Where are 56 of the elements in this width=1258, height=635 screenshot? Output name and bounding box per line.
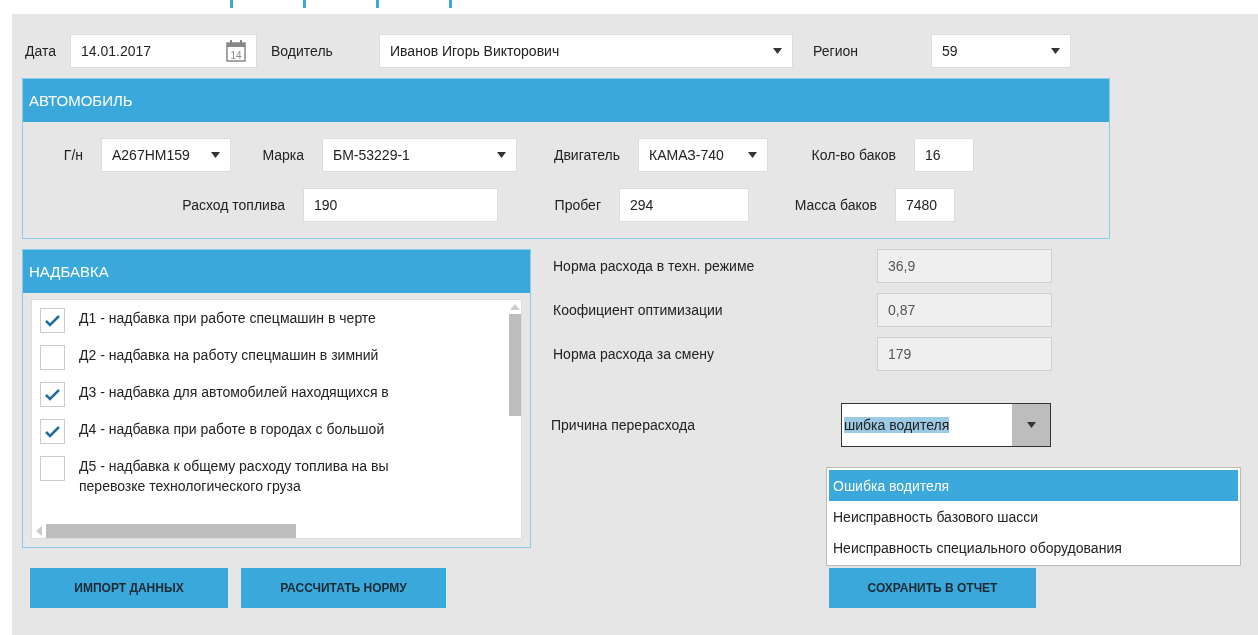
calendar-icon[interactable]: 14 [226, 40, 246, 62]
input-field[interactable]: 7480 [895, 188, 955, 222]
input-field[interactable]: 16 [914, 138, 974, 172]
checkbox[interactable] [40, 382, 65, 407]
field-label: Двигатель [552, 147, 620, 163]
caret-icon [497, 152, 506, 158]
overspend-dropdown[interactable]: шибка водителя [841, 403, 1051, 447]
checkbox[interactable] [40, 456, 65, 481]
date-field[interactable]: 14.01.2017 14 [70, 34, 257, 68]
list-item-text: Д2 - надбавка на работу спецмашин в зимний [79, 346, 379, 365]
caret-icon [1026, 422, 1036, 428]
field-label: Норма расхода в техн. режиме [553, 258, 756, 274]
checkbox[interactable] [40, 308, 65, 333]
caret-icon [1051, 48, 1060, 54]
field-label: Масса баков [793, 197, 877, 213]
checkmark-icon [45, 425, 60, 438]
field-label: Пробег [553, 197, 601, 213]
field-label: Коофициент оптимизации [553, 302, 724, 318]
scroll-left-icon[interactable] [36, 526, 42, 536]
group-title: АВТОМОБИЛЬ [23, 79, 1109, 122]
list-item-text: Д4 - надбавка при работе в городах с большой [79, 420, 385, 439]
field-label: Г/н [62, 147, 83, 163]
checkmark-icon [45, 314, 60, 327]
field-label: Причина перерасхода [551, 417, 696, 433]
field-label: Норма расхода за смену [553, 346, 715, 362]
region-dropdown[interactable]: 59 [931, 34, 1071, 68]
action-button[interactable]: ИМПОРТ ДАННЫХ [30, 568, 228, 608]
checkbox[interactable] [40, 345, 65, 370]
save-button[interactable]: СОХРАНИТЬ В ОТЧЕТ [829, 568, 1036, 608]
checkmark-icon [45, 388, 60, 401]
checkbox[interactable] [40, 419, 65, 444]
readonly-field: 179 [877, 337, 1052, 371]
list-item-text: Д5 - надбавка к общему расходу топлива на вы [79, 457, 389, 476]
readonly-field: 0,87 [877, 293, 1052, 327]
list-item-text: Д1 - надбавка при работе спецмашин в черте [79, 309, 376, 328]
field-label: Марка [261, 147, 304, 163]
scroll-up-icon[interactable] [510, 304, 520, 310]
list-item-text: Д3 - надбавка для автомобилей находящихся в [79, 383, 389, 402]
field-label: Расход топлива [181, 197, 285, 213]
caret-icon [773, 48, 782, 54]
dropdown[interactable]: А267НМ159 [101, 138, 231, 172]
caret-icon [748, 152, 757, 158]
dropdown[interactable]: КАМАЗ-740 [638, 138, 768, 172]
driver-dropdown[interactable]: Иванов Игорь Викторович [379, 34, 793, 68]
dropdown[interactable]: БМ-53229-1 [322, 138, 517, 172]
action-button[interactable]: РАССЧИТАТЬ НОРМУ [241, 568, 446, 608]
list-item-text: перевозке технологического груза [79, 477, 302, 496]
caret-icon [211, 152, 220, 158]
region-label: Регион [812, 43, 859, 59]
input-field[interactable]: 294 [619, 188, 749, 222]
field-label: Кол-во баков [810, 147, 896, 163]
input-field[interactable]: 190 [303, 188, 498, 222]
group-title: НАДБАВКА [23, 250, 530, 293]
date-label: Дата [25, 43, 56, 59]
readonly-field: 36,9 [877, 249, 1052, 283]
driver-label: Водитель [271, 43, 334, 59]
